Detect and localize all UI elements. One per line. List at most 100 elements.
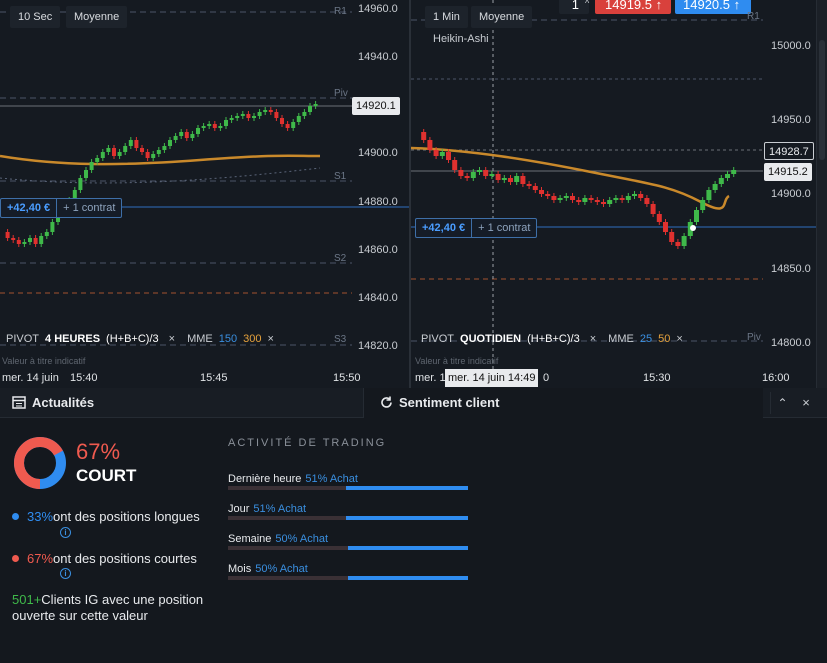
close-icon[interactable]: × <box>590 333 596 345</box>
candle <box>151 154 156 158</box>
pivot-indicator-label: PIVOT <box>6 333 40 345</box>
candle <box>285 124 290 128</box>
candle <box>84 170 88 178</box>
candle <box>650 204 656 214</box>
tab-sentiment[interactable]: Sentiment client <box>380 388 499 418</box>
mme-period-a: 25 <box>639 333 653 345</box>
position-pnl: +42,40 € <box>1 199 58 217</box>
close-icon[interactable]: × <box>676 333 682 345</box>
candle <box>539 190 544 194</box>
price-tick: 14860.0 <box>358 244 398 256</box>
candle <box>190 134 195 138</box>
position-tag[interactable]: +42,40 € + 1 contrat <box>0 198 123 218</box>
close-icon[interactable]: × <box>267 333 273 345</box>
candle <box>477 170 482 172</box>
position-tag[interactable]: +42,40 € + 1 contrat <box>415 218 538 238</box>
long-text: ont des positions longues <box>53 509 200 524</box>
candle <box>563 196 569 198</box>
candle <box>268 110 273 112</box>
right-scrollbar[interactable] <box>816 0 827 388</box>
candle <box>274 112 279 118</box>
activity-bar-fill <box>345 486 468 490</box>
price-tick: 14950.0 <box>771 114 811 126</box>
candle <box>16 240 21 244</box>
chevron-up-icon[interactable]: ^ <box>585 0 589 8</box>
candle <box>263 110 268 112</box>
candle <box>162 146 167 150</box>
candle <box>28 238 32 242</box>
long-positions-stat: 33%ont des positions longues <box>12 509 200 524</box>
candle <box>433 150 439 156</box>
chart-style-label: Heikin-Ashi <box>433 33 489 45</box>
candle <box>731 170 737 174</box>
candle <box>421 132 427 140</box>
price-tick: 14820.0 <box>358 340 398 352</box>
time-tick: 0 <box>543 372 550 384</box>
candle <box>22 242 27 244</box>
candle <box>576 200 582 202</box>
candle <box>201 126 206 128</box>
activity-bar-fill <box>348 576 468 580</box>
candle <box>117 152 122 156</box>
chart-type-selector[interactable]: Moyenne <box>471 6 533 28</box>
interval-selector[interactable]: 1 Min <box>425 6 468 28</box>
current-price-label: 14920.1 <box>352 97 400 115</box>
candle <box>483 170 489 176</box>
activity-value: 50% Achat <box>275 533 329 545</box>
candle <box>123 146 128 152</box>
candle <box>106 148 111 152</box>
short-positions-stat: 67%ont des positions courtes <box>12 551 197 566</box>
candle <box>452 160 458 170</box>
close-icon[interactable]: × <box>169 333 175 345</box>
sentiment-percent: 67% <box>76 439 121 464</box>
close-panel-icon[interactable]: × <box>796 392 816 414</box>
candle <box>196 128 200 134</box>
candle <box>128 140 133 146</box>
candle <box>582 198 588 202</box>
candle <box>308 106 312 112</box>
mme-indicator-label: MME <box>187 333 213 345</box>
long-percent: 33% <box>27 509 54 524</box>
candle <box>700 200 706 210</box>
buy-button[interactable]: 14920.5 ↑ <box>675 0 751 14</box>
candle <box>545 194 551 196</box>
candle <box>718 178 724 184</box>
activity-bar <box>228 486 468 490</box>
candle <box>607 200 613 204</box>
candle <box>712 184 718 190</box>
candle <box>638 194 644 198</box>
candle <box>50 222 55 232</box>
left-chart-pane[interactable]: 10 Sec Moyenne 14960.0 14940.0 14920.1 1… <box>0 0 409 388</box>
candle <box>706 190 712 200</box>
candle <box>427 140 433 150</box>
info-icon[interactable]: i <box>60 568 71 579</box>
resistance-r1-label: R1 <box>334 6 347 17</box>
candle <box>532 186 538 190</box>
chart-type-selector[interactable]: Moyenne <box>66 6 128 28</box>
indicator-bar: PIVOT QUOTIDIEN (H+B+C)/3 × MME 25 50 × <box>421 329 689 349</box>
scrollbar-thumb[interactable] <box>819 40 825 160</box>
sentiment-donut-chart <box>14 437 66 489</box>
candle <box>140 148 144 152</box>
bottom-panel: Actualités Sentiment client ⌃ × 67% COUR… <box>0 388 827 663</box>
info-icon[interactable]: i <box>60 527 71 538</box>
time-tick: 15:40 <box>70 372 98 384</box>
candle <box>218 126 223 128</box>
interval-selector[interactable]: 10 Sec <box>10 6 61 28</box>
sell-button[interactable]: 14919.5 ↑ <box>595 0 671 14</box>
right-chart-pane[interactable]: 1 Min Moyenne Heikin-Ashi 1 ^ 14919.5 ↑ … <box>411 0 816 388</box>
price-tick: 14850.0 <box>771 263 811 275</box>
activity-period: Semaine <box>228 533 272 545</box>
indicative-note: Valeur à titre indicatif <box>415 356 499 366</box>
arrow-up-icon: ↑ <box>733 0 741 12</box>
activity-value: 50% Achat <box>255 563 308 575</box>
tab-news[interactable]: Actualités <box>12 388 94 418</box>
candle <box>229 118 234 120</box>
position-marker <box>690 225 696 231</box>
pivot-formula: (H+B+C)/3 <box>527 333 580 345</box>
activity-row: Semaine 50% Achat <box>228 531 468 557</box>
pivot-label: Piv <box>747 332 761 343</box>
candle <box>313 104 318 106</box>
collapse-icon[interactable]: ⌃ <box>770 392 794 414</box>
candle <box>613 198 619 200</box>
